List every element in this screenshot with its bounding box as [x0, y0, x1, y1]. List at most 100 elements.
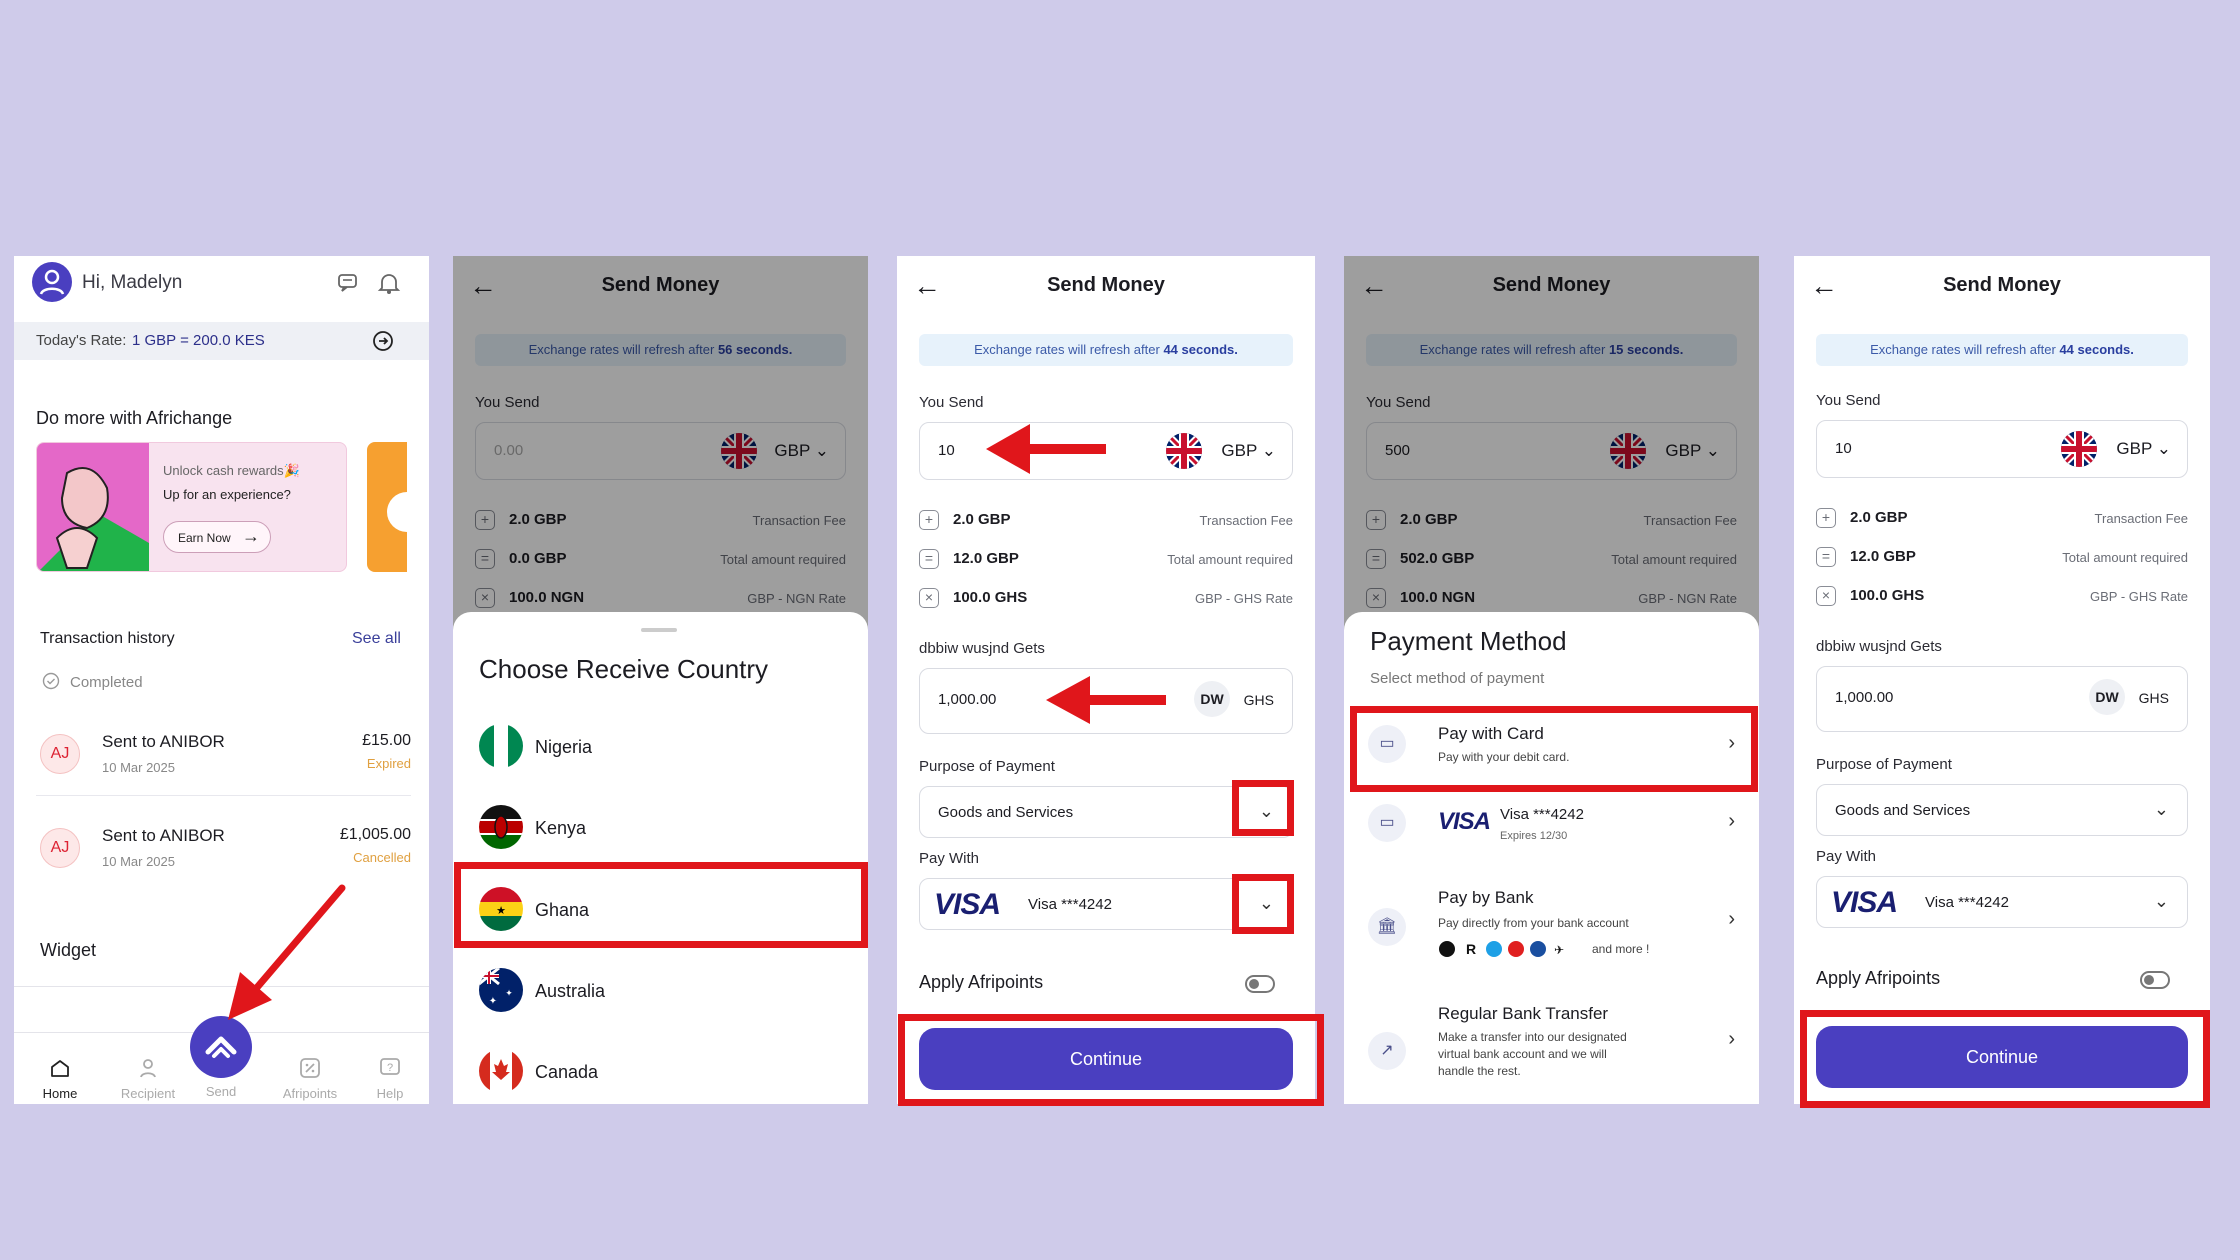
afripoints-label: Apply Afripoints	[919, 972, 1044, 992]
chevron-down-icon: ⌄	[1261, 441, 1276, 460]
fee-desc: Total amount required	[1167, 552, 1293, 567]
times-icon: ×	[1816, 586, 1836, 606]
card-value: Visa ***4242	[1028, 896, 1112, 913]
purpose-label: Purpose of Payment	[919, 758, 1055, 775]
fee-amount: 2.0 GBP	[1850, 509, 1908, 526]
page-title: Send Money	[1047, 274, 1165, 296]
banner-seconds: 44 seconds.	[1163, 342, 1238, 357]
sheet-title: Payment Method	[1370, 626, 1567, 656]
option-subtitle: handle the rest.	[1438, 1064, 1521, 1078]
earn-now-button[interactable]: Earn Now →	[163, 521, 271, 553]
nav-help-label: Help	[376, 1086, 404, 1101]
australia-flag-icon: ✦ ✦	[479, 968, 523, 1012]
country-name: Australia	[535, 981, 606, 1001]
more-banks: and more !	[1592, 942, 1650, 956]
pay-with-select[interactable]: VISA Visa ***4242 ⌄	[1816, 876, 2188, 928]
fee-desc: Transaction Fee	[1199, 513, 1293, 528]
you-send-label: You Send	[919, 394, 984, 411]
banner-text: Exchange rates will refresh after	[1870, 342, 2060, 357]
uk-flag-icon	[2061, 431, 2097, 467]
gets-amount: 1,000.00	[938, 691, 997, 708]
highlight-box	[454, 862, 868, 948]
fee-row: × 100.0 GHS GBP - GHS Rate	[1816, 586, 2188, 608]
annotation-arrow	[1046, 676, 1166, 724]
pay-with-label: Pay With	[1816, 848, 1877, 865]
uk-flag-icon	[1166, 433, 1202, 469]
arrow-circle-icon[interactable]	[372, 330, 394, 357]
plus-icon: +	[1816, 508, 1836, 528]
chevron-down-icon[interactable]: ⌄	[2154, 891, 2169, 912]
highlight-box	[1232, 780, 1294, 836]
see-all-link[interactable]: See all	[352, 630, 401, 648]
svg-text:✦: ✦	[505, 989, 513, 999]
amount-value: 10	[938, 442, 955, 459]
fee-row: = 12.0 GBP Total amount required	[1816, 547, 2188, 569]
chevron-down-icon[interactable]: ⌄	[2154, 799, 2169, 820]
promo-line1: Unlock cash rewards🎉	[163, 463, 300, 478]
bank-logos: R ✈	[1438, 940, 1588, 963]
option-bank-transfer[interactable]: ↗ Regular Bank Transfer Make a transfer …	[1358, 1002, 1745, 1104]
nav-send-label[interactable]: Send	[190, 1084, 252, 1099]
filter-completed[interactable]: Completed	[70, 674, 143, 691]
equals-icon: =	[1816, 547, 1836, 567]
option-subtitle: virtual bank account and we will	[1438, 1047, 1607, 1061]
drag-handle[interactable]	[641, 628, 677, 632]
rate-bar: Today's Rate: 1 GBP = 200.0 KES	[14, 322, 429, 360]
amount-input[interactable]: 10 GBP ⌄	[1816, 420, 2188, 478]
option-pay-by-bank[interactable]: 🏛 Pay by Bank Pay directly from your ban…	[1358, 878, 1745, 978]
chat-icon[interactable]	[336, 270, 362, 301]
nav-recipient-label: Recipient	[120, 1086, 176, 1101]
recipient-badge: DW	[2089, 679, 2125, 715]
bell-icon[interactable]	[376, 270, 402, 301]
transaction-row[interactable]: AJ Sent to ANIBOR 10 Mar 2025 £15.00 Exp…	[36, 726, 411, 796]
svg-text:✈: ✈	[1554, 943, 1564, 957]
gets-field[interactable]: 1,000.00 DW GHS	[1816, 666, 2188, 732]
svg-text:R: R	[1466, 941, 1476, 957]
nigeria-flag-icon	[479, 724, 523, 768]
gets-currency: GHS	[1243, 692, 1274, 708]
bank-icon: 🏛	[1368, 908, 1406, 946]
nav-home-label: Home	[42, 1086, 78, 1101]
check-circle-icon	[42, 672, 60, 695]
nav-recipient[interactable]: Recipient	[108, 1056, 188, 1101]
gets-amount: 1,000.00	[1835, 689, 1894, 706]
fee-desc: GBP - GHS Rate	[2089, 589, 2188, 604]
widget-title: Widget	[40, 940, 97, 960]
afripoints-toggle[interactable]	[1245, 975, 1275, 993]
rate-refresh-banner: Exchange rates will refresh after 44 sec…	[1816, 334, 2188, 366]
afripoints-label: Apply Afripoints	[1816, 968, 1941, 988]
rate-label: Today's Rate:	[36, 332, 127, 349]
option-title: Pay by Bank	[1438, 888, 1534, 907]
option-saved-visa[interactable]: ▭ VISA Visa ***4242 Expires 12/30 ›	[1358, 792, 1745, 856]
currency-select[interactable]: GBP ⌄	[1221, 441, 1276, 461]
currency-select[interactable]: GBP ⌄	[2116, 439, 2171, 459]
promo-card[interactable]: Unlock cash rewards🎉 Up for an experienc…	[36, 442, 347, 572]
promo-card-next[interactable]	[367, 442, 407, 572]
afripoints-toggle[interactable]	[2140, 971, 2170, 989]
sheet-subtitle: Select method of payment	[1370, 670, 1545, 687]
nav-afripoints[interactable]: Afripoints	[270, 1056, 350, 1101]
card-value: Visa ***4242	[1925, 894, 2009, 911]
visa-logo: VISA	[934, 888, 1001, 921]
nav-help[interactable]: ? Help	[362, 1056, 418, 1101]
nav-home[interactable]: Home	[32, 1056, 88, 1101]
highlight-box	[1232, 874, 1294, 934]
arrow-right-icon: →	[242, 526, 260, 546]
fee-amount: 100.0 GHS	[953, 589, 1028, 606]
pay-with-label: Pay With	[919, 850, 980, 867]
recipient-badge: DW	[1194, 681, 1230, 717]
kenya-flag-icon	[479, 805, 523, 849]
fee-amount: 100.0 GHS	[1850, 587, 1925, 604]
transaction-date: 10 Mar 2025	[102, 760, 175, 775]
page-title: Send Money	[1943, 274, 2061, 296]
purpose-select[interactable]: Goods and Services ⌄	[1816, 784, 2188, 836]
avatar[interactable]	[32, 262, 72, 302]
fee-row: +2.0 GBP Transaction Fee	[1816, 508, 2188, 530]
chevron-right-icon: ›	[1728, 810, 1735, 832]
fee-row: = 12.0 GBP Total amount required	[919, 549, 1293, 571]
payment-method-screen: ← Send Money Exchange rates will refresh…	[1344, 256, 1759, 1104]
rate-value: 1 GBP = 200.0 KES	[132, 332, 265, 349]
purpose-value: Goods and Services	[1835, 802, 1971, 819]
gets-currency: GHS	[2138, 690, 2169, 706]
history-title: Transaction history	[40, 630, 175, 647]
